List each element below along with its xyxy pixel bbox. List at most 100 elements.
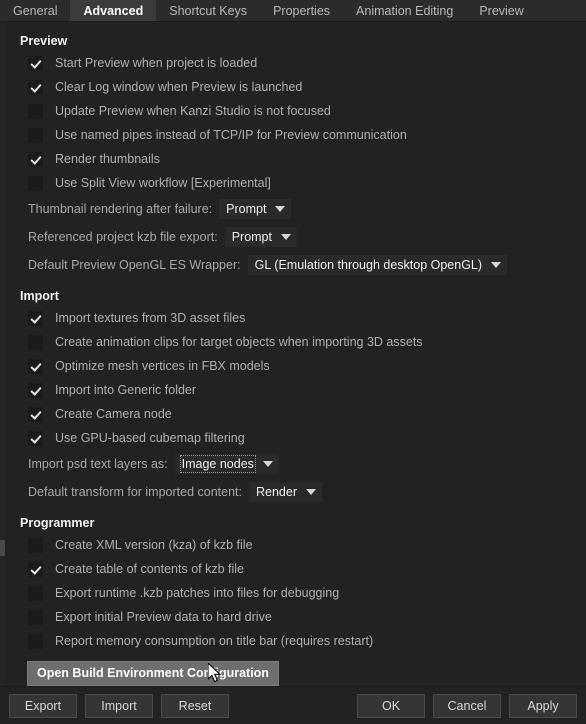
dropdown-select[interactable]: Prompt bbox=[224, 227, 297, 247]
tab-shortcut-keys[interactable]: Shortcut Keys bbox=[156, 0, 260, 21]
checkbox-label: Import textures from 3D asset files bbox=[55, 311, 246, 325]
checkbox-label: Use Split View workflow [Experimental] bbox=[55, 176, 271, 190]
settings-content: Preview Start Preview when project is lo… bbox=[6, 22, 586, 686]
combo-label: Import psd text layers as: bbox=[28, 457, 168, 471]
combo-row: Import psd text layers as: Image nodes bbox=[14, 450, 586, 478]
checkbox-label: Update Preview when Kanzi Studio is not … bbox=[55, 104, 331, 118]
import-combo-group: Import psd text layers as: Image nodes Def… bbox=[14, 450, 586, 506]
preview-combo-group: Thumbnail rendering after failure: Prompt… bbox=[14, 195, 586, 279]
tab-animation-editing[interactable]: Animation Editing bbox=[343, 0, 466, 21]
open-build-environment-configuration-button[interactable]: Open Build Environment Configuration bbox=[27, 661, 279, 686]
checkbox-checked-icon[interactable] bbox=[28, 55, 43, 71]
checkbox-unchecked-icon[interactable] bbox=[28, 609, 43, 625]
tab-general[interactable]: General bbox=[0, 0, 70, 21]
checkbox-row[interactable]: Start Preview when project is loaded bbox=[14, 51, 586, 75]
checkbox-row[interactable]: Import into Generic folder bbox=[14, 378, 586, 402]
dropdown-select[interactable]: Prompt bbox=[219, 199, 292, 219]
checkbox-checked-icon[interactable] bbox=[28, 430, 43, 446]
checkbox-label: Import into Generic folder bbox=[55, 383, 197, 397]
programmer-checkbox-group: Create XML version (kza) of kzb file Crea… bbox=[14, 533, 586, 653]
checkbox-unchecked-icon[interactable] bbox=[28, 127, 43, 143]
checkbox-row[interactable]: Export initial Preview data to hard driv… bbox=[14, 605, 586, 629]
apply-button[interactable]: Apply bbox=[509, 693, 577, 718]
checkbox-row[interactable]: Import textures from 3D asset files bbox=[14, 306, 586, 330]
checkbox-row[interactable]: Clear Log window when Preview is launche… bbox=[14, 75, 586, 99]
chevron-down-icon[interactable] bbox=[262, 461, 273, 467]
checkbox-label: Report memory consumption on title bar (… bbox=[55, 634, 374, 648]
checkbox-label: Use GPU-based cubemap filtering bbox=[55, 431, 245, 445]
checkbox-unchecked-icon[interactable] bbox=[28, 633, 43, 649]
checkbox-label: Create Camera node bbox=[55, 407, 172, 421]
cancel-button[interactable]: Cancel bbox=[433, 693, 501, 718]
checkbox-row[interactable]: Render thumbnails bbox=[14, 147, 586, 171]
tab-preview[interactable]: Preview bbox=[466, 0, 536, 21]
checkbox-checked-icon[interactable] bbox=[28, 79, 43, 95]
checkbox-label: Use named pipes instead of TCP/IP for Pr… bbox=[55, 128, 407, 142]
checkbox-unchecked-icon[interactable] bbox=[28, 585, 43, 601]
checkbox-row[interactable]: Use named pipes instead of TCP/IP for Pr… bbox=[14, 123, 586, 147]
vertical-scrollbar-thumb[interactable] bbox=[0, 539, 5, 556]
checkbox-row[interactable]: Optimize mesh vertices in FBX models bbox=[14, 354, 586, 378]
chevron-down-icon[interactable] bbox=[491, 262, 502, 268]
checkbox-checked-icon[interactable] bbox=[28, 561, 43, 577]
checkbox-row[interactable]: Create table of contents of kzb file bbox=[14, 557, 586, 581]
checkbox-row[interactable]: Update Preview when Kanzi Studio is not … bbox=[14, 99, 586, 123]
chevron-down-icon[interactable] bbox=[305, 489, 316, 495]
checkbox-label: Render thumbnails bbox=[55, 152, 160, 166]
build-environment-row: Open Build Environment Configuration bbox=[14, 661, 586, 686]
dropdown-select[interactable]: Image nodes bbox=[174, 454, 279, 474]
combo-label: Thumbnail rendering after failure: bbox=[28, 202, 213, 216]
checkbox-label: Export initial Preview data to hard driv… bbox=[55, 610, 272, 624]
checkbox-checked-icon[interactable] bbox=[28, 358, 43, 374]
settings-tabbar: General Advanced Shortcut Keys Properties An… bbox=[0, 0, 586, 22]
import-checkbox-group: Import textures from 3D asset files Creat… bbox=[14, 306, 586, 450]
combo-row: Referenced project kzb file export: Promp… bbox=[14, 223, 586, 251]
section-heading-import: Import bbox=[20, 289, 59, 303]
checkbox-label: Export runtime .kzb patches into files f… bbox=[55, 586, 340, 600]
combo-row: Default transform for imported content: R… bbox=[14, 478, 586, 506]
checkbox-row[interactable]: Create Camera node bbox=[14, 402, 586, 426]
checkbox-unchecked-icon[interactable] bbox=[28, 103, 43, 119]
chevron-down-icon[interactable] bbox=[275, 206, 286, 212]
preview-checkbox-group: Start Preview when project is loaded Clea… bbox=[14, 51, 586, 195]
checkbox-label: Optimize mesh vertices in FBX models bbox=[55, 359, 270, 373]
checkbox-unchecked-icon[interactable] bbox=[28, 537, 43, 553]
checkbox-row[interactable]: Create XML version (kza) of kzb file bbox=[14, 533, 586, 557]
export-button[interactable]: Export bbox=[9, 693, 77, 718]
tab-properties[interactable]: Properties bbox=[260, 0, 343, 21]
chevron-down-icon[interactable] bbox=[280, 234, 291, 240]
checkbox-checked-icon[interactable] bbox=[28, 310, 43, 326]
checkbox-label: Clear Log window when Preview is launche… bbox=[55, 80, 303, 94]
checkbox-checked-icon[interactable] bbox=[28, 382, 43, 398]
tab-advanced[interactable]: Advanced bbox=[70, 0, 157, 21]
checkbox-label: Create table of contents of kzb file bbox=[55, 562, 244, 576]
settings-scroll-panel[interactable]: Preview Start Preview when project is lo… bbox=[0, 22, 586, 686]
dropdown-selected-value: Prompt bbox=[226, 202, 267, 216]
checkbox-row[interactable]: Create animation clips for target object… bbox=[14, 330, 586, 354]
dropdown-select[interactable]: GL (Emulation through desktop OpenGL) bbox=[247, 255, 508, 275]
section-heading-preview: Preview bbox=[20, 34, 68, 48]
dropdown-selected-value: Prompt bbox=[231, 230, 272, 244]
combo-label: Referenced project kzb file export: bbox=[28, 230, 218, 244]
checkbox-label: Create XML version (kza) of kzb file bbox=[55, 538, 253, 552]
combo-label: Default Preview OpenGL ES Wrapper: bbox=[28, 258, 241, 272]
checkbox-row[interactable]: Use GPU-based cubemap filtering bbox=[14, 426, 586, 450]
checkbox-unchecked-icon[interactable] bbox=[28, 175, 43, 191]
checkbox-checked-icon[interactable] bbox=[28, 406, 43, 422]
footer-right-buttons: OK Cancel Apply bbox=[357, 693, 577, 718]
checkbox-row[interactable]: Use Split View workflow [Experimental] bbox=[14, 171, 586, 195]
ok-button[interactable]: OK bbox=[357, 693, 425, 718]
vertical-scrollbar[interactable] bbox=[0, 22, 5, 686]
import-button[interactable]: Import bbox=[85, 693, 153, 718]
checkbox-row[interactable]: Report memory consumption on title bar (… bbox=[14, 629, 586, 653]
dropdown-select[interactable]: Render bbox=[248, 482, 322, 502]
preferences-dialog: General Advanced Shortcut Keys Properties An… bbox=[0, 0, 586, 724]
checkbox-row[interactable]: Export runtime .kzb patches into files f… bbox=[14, 581, 586, 605]
checkbox-checked-icon[interactable] bbox=[28, 151, 43, 167]
combo-label: Default transform for imported content: bbox=[28, 485, 242, 499]
footer-left-buttons: Export Import Reset bbox=[9, 693, 229, 718]
combo-row: Default Preview OpenGL ES Wrapper: GL (Em… bbox=[14, 251, 586, 279]
dropdown-selected-value: Image nodes bbox=[179, 455, 256, 473]
reset-button[interactable]: Reset bbox=[161, 693, 229, 718]
checkbox-unchecked-icon[interactable] bbox=[28, 334, 43, 350]
